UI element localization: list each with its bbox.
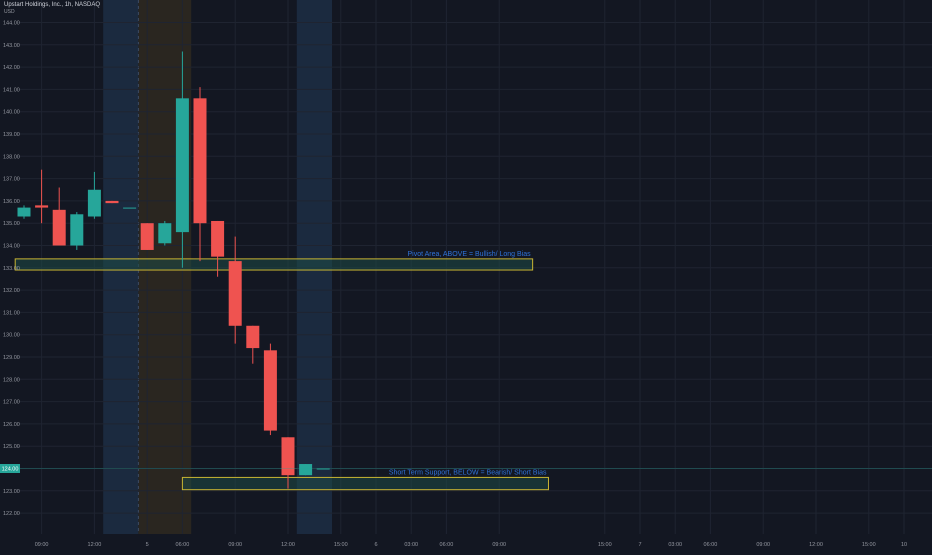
candle[interactable] (123, 207, 137, 209)
x-tick-label: 09:00 (228, 542, 242, 548)
y-axis: 144.00 143.00 142.00 141.00 140.00 139.00 138.… (3, 21, 20, 518)
candle[interactable] (158, 220, 172, 246)
y-tick-label: 122.00 (3, 511, 20, 517)
y-tick-label: 139.00 (3, 132, 20, 138)
candle-body (140, 223, 154, 250)
candle-body (299, 464, 313, 476)
x-tick-label: 06:00 (704, 542, 718, 548)
currency-label: USD (4, 9, 15, 15)
candle-body (87, 189, 101, 217)
candle[interactable] (193, 87, 207, 262)
x-tick-label: 7 (638, 542, 641, 548)
chart-area[interactable]: Pivot Area, ABOVE = Bullish/ Long Bias Sh… (0, 0, 932, 550)
y-tick-label: 135.00 (3, 221, 20, 227)
x-tick-label: 09:00 (35, 542, 49, 548)
candle[interactable] (70, 212, 84, 250)
candle-body (123, 207, 137, 209)
candle-body (281, 437, 295, 476)
candle-body (70, 214, 84, 246)
y-tick-label: 137.00 (3, 177, 20, 183)
x-tick-label: 03:00 (404, 542, 418, 548)
x-tick-label: 15:00 (598, 542, 612, 548)
y-tick-label: 130.00 (3, 333, 20, 339)
y-tick-label: 126.00 (3, 422, 20, 428)
candle[interactable] (246, 325, 260, 364)
candle-body (35, 205, 49, 208)
candle[interactable] (299, 464, 313, 476)
y-tick-label: 144.00 (3, 21, 20, 27)
zone-box-0[interactable] (14, 258, 534, 271)
zone-label-1: Short Term Support, BELOW = Bearish/ Sho… (389, 469, 547, 476)
symbol-title: Upstart Holdings, Inc., 1h, NASDAQ (4, 2, 101, 8)
x-tick-label: 10 (901, 542, 907, 548)
y-tick-label: 128.00 (3, 377, 20, 383)
y-tick-label: 134.00 (3, 244, 20, 250)
chart-svg[interactable]: Pivot Area, ABOVE = Bullish/ Long Bias Sh… (0, 0, 932, 550)
y-tick-label: 133.00 (3, 266, 20, 272)
candle-body (211, 220, 225, 257)
y-tick-label: 131.00 (3, 310, 20, 316)
y-tick-label: 129.00 (3, 355, 20, 361)
x-tick-label: 06:00 (176, 542, 190, 548)
x-tick-label: 06:00 (440, 542, 454, 548)
x-tick-label: 03:00 (668, 542, 682, 548)
candle[interactable] (228, 236, 242, 344)
candle-body (228, 261, 242, 326)
y-tick-label: 127.00 (3, 400, 20, 406)
x-tick-label: 5 (146, 542, 149, 548)
candle-body (158, 223, 172, 244)
x-tick-label: 12:00 (281, 542, 295, 548)
candle[interactable] (105, 200, 119, 204)
x-tick-label: 6 (374, 542, 377, 548)
y-tick-label: 138.00 (3, 154, 20, 160)
x-tick-label: 12:00 (809, 542, 823, 548)
y-tick-label: 125.00 (3, 444, 20, 450)
candle[interactable] (17, 205, 31, 219)
y-tick-label: 132.00 (3, 288, 20, 294)
zone-label-0: Pivot Area, ABOVE = Bullish/ Long Bias (407, 251, 531, 258)
candle-body (263, 350, 277, 431)
y-tick-label: 143.00 (3, 43, 20, 49)
y-tick-label: 136.00 (3, 199, 20, 205)
candle-body (246, 325, 260, 349)
y-tick-label: 142.00 (3, 65, 20, 71)
candle-body (105, 200, 119, 204)
candle-body (52, 209, 66, 246)
candle[interactable] (263, 343, 277, 436)
candle-body (175, 98, 189, 233)
zone-box-1[interactable] (181, 476, 549, 491)
chart-header: Upstart Holdings, Inc., 1h, NASDAQ USD (4, 2, 100, 15)
y-tick-label: 140.00 (3, 110, 20, 116)
candle-body (193, 98, 207, 224)
x-tick-label: 15:00 (862, 542, 876, 548)
candle-body (17, 207, 31, 217)
x-tick-label: 12:00 (88, 542, 102, 548)
y-tick-label: 123.00 (3, 489, 20, 495)
x-tick-label: 09:00 (756, 542, 770, 548)
y-tick-label: 141.00 (3, 87, 20, 93)
x-tick-label: 15:00 (334, 542, 348, 548)
x-tick-label: 09:00 (492, 542, 506, 548)
x-axis: 09:00 12:00 5 06:00 09:00 12:00 15:00 6 03:00 06:… (35, 542, 907, 548)
current-price-label: 124.00 (2, 467, 19, 473)
candle[interactable] (35, 169, 49, 224)
candle[interactable] (140, 223, 154, 250)
candle[interactable] (52, 187, 66, 246)
